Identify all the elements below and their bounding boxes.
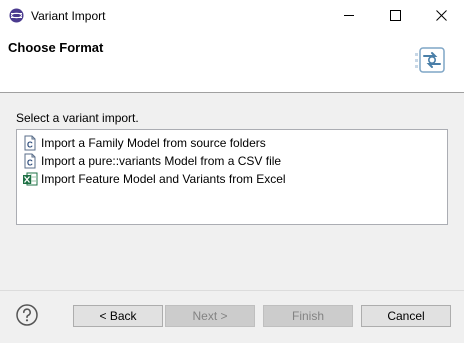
c-file-icon: C [22, 153, 38, 169]
minimize-icon [343, 15, 354, 16]
excel-icon [22, 171, 38, 187]
list-item-csv-model[interactable]: C Import a pure::variants Model from a C… [22, 152, 281, 170]
cancel-button[interactable]: Cancel [361, 305, 451, 327]
finish-button[interactable]: Finish [263, 305, 353, 327]
minimize-button[interactable] [326, 0, 372, 31]
list-item-label: Import a pure::variants Model from a CSV… [41, 154, 282, 168]
close-button[interactable] [418, 0, 464, 31]
app-logo-icon [9, 8, 24, 23]
window-title: Variant Import [31, 9, 106, 23]
back-button[interactable]: < Back [73, 305, 163, 327]
svg-text:C: C [27, 141, 33, 150]
maximize-button[interactable] [372, 0, 418, 31]
list-item-family-model[interactable]: C Import a Family Model from source fold… [22, 134, 266, 152]
import-type-list[interactable]: C Import a Family Model from source fold… [16, 129, 448, 225]
svg-text:C: C [27, 159, 33, 168]
list-item-label: Import a Family Model from source folder… [41, 136, 266, 150]
close-icon [435, 10, 447, 21]
c-file-icon: C [22, 135, 38, 151]
wizard-header: Choose Format [0, 31, 464, 93]
next-button[interactable]: Next > [165, 305, 255, 327]
title-bar: Variant Import [0, 0, 464, 32]
footer-separator [0, 290, 464, 291]
list-item-label: Import Feature Model and Variants from E… [41, 172, 286, 186]
list-item-excel-import[interactable]: Import Feature Model and Variants from E… [22, 170, 286, 188]
import-wizard-icon [413, 42, 449, 78]
page-title: Choose Format [8, 40, 104, 55]
maximize-icon [389, 10, 401, 21]
help-icon [16, 304, 38, 326]
help-button[interactable] [16, 304, 38, 326]
select-prompt: Select a variant import. [16, 111, 139, 125]
